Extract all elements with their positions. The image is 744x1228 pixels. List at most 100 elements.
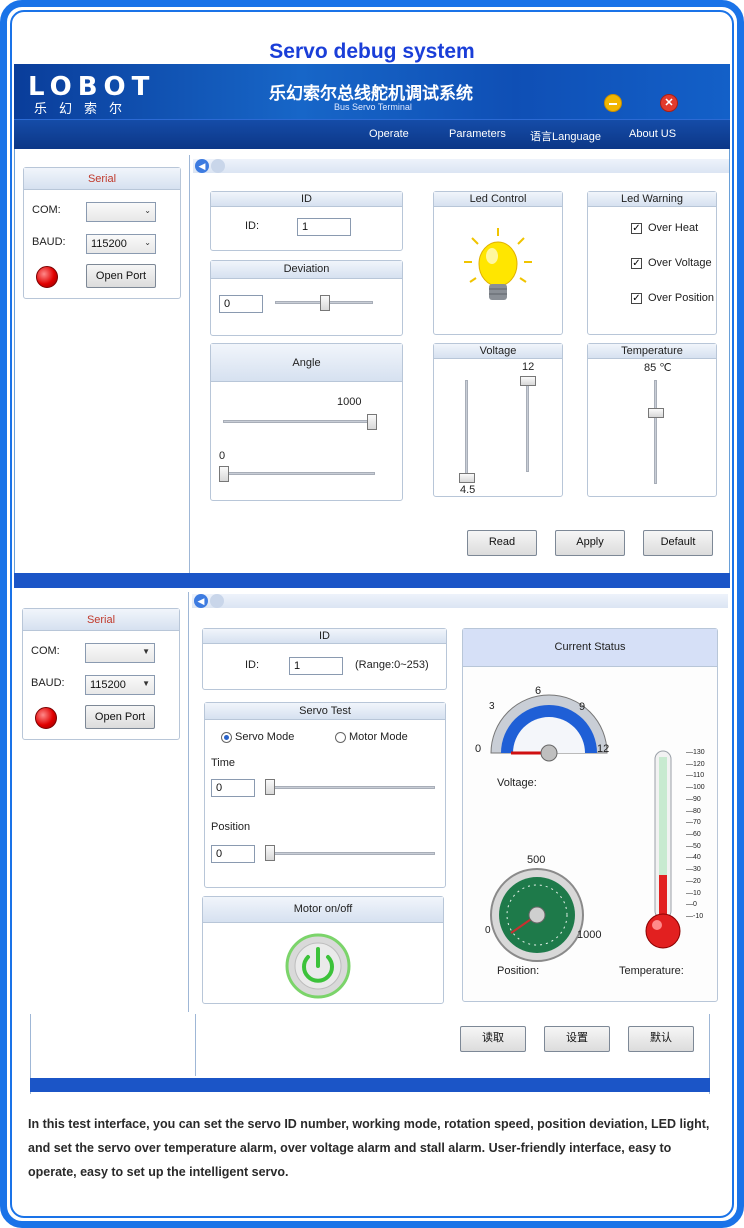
time-input[interactable]: 0 — [211, 779, 255, 797]
thermometer-tick: —120 — [686, 760, 705, 768]
current-status-group: Current Status 0 3 6 9 12 Voltage: 500 0… — [462, 628, 718, 1002]
temperature-slider[interactable] — [648, 408, 664, 418]
read-button[interactable]: Read — [467, 530, 537, 556]
com-select-2[interactable]: ▼ — [85, 643, 155, 663]
time-slider-track — [265, 786, 435, 789]
thermometer-tick: —-10 — [686, 913, 704, 920]
over-voltage-checkbox[interactable]: ✓ — [631, 258, 642, 269]
id-input-2[interactable]: 1 — [289, 657, 343, 675]
thermometer-scale: —130 —120 —110 —100 —90 —80 —70 —60 —50 —40 —30 —20… — [681, 749, 711, 923]
position-input[interactable]: 0 — [211, 845, 255, 863]
voltage-min-label: 4.5 — [460, 484, 476, 496]
thermometer-tick: —110 — [686, 772, 705, 780]
motor-title: Motor on/off — [203, 897, 443, 923]
voltage-min-track — [465, 380, 468, 476]
deviation-title: Deviation — [211, 261, 402, 279]
chevron-down-icon: ⌄ — [144, 238, 151, 247]
led-warning-group: Led Warning ✓ Over Heat ✓ Over Voltage ✓… — [587, 191, 717, 335]
com-label: COM: — [32, 204, 61, 216]
voltage-gauge-label: Voltage: — [497, 777, 537, 789]
serial-group: Serial COM: ⌄ BAUD: 115200 ⌄ Open Port — [23, 167, 181, 299]
temperature-track — [654, 380, 657, 484]
position-tick-1000: 1000 — [577, 929, 602, 941]
bottom-window-bar — [30, 1078, 710, 1092]
menu-bar: Operate Parameters 语言Language About US — [14, 119, 730, 149]
angle-title: Angle — [211, 344, 402, 382]
voltage-min-slider[interactable] — [459, 473, 475, 483]
current-status-title: Current Status — [463, 629, 717, 667]
inner-panel: Servo debug system LOBOT 乐幻索尔 乐幻索尔总线舵机调试… — [10, 10, 734, 1218]
apply-button-cn[interactable]: 设置 — [544, 1026, 610, 1052]
baud-select-2[interactable]: 115200 ▼ — [85, 675, 155, 695]
motor-group: Motor on/off — [202, 896, 444, 1004]
voltage-group: Voltage 12 4.5 — [433, 343, 563, 497]
id-input[interactable]: 1 — [297, 218, 351, 236]
app-title-en: Bus Servo Terminal — [334, 102, 412, 112]
deviation-input[interactable]: 0 — [219, 295, 263, 313]
forward-icon[interactable] — [210, 594, 224, 608]
default-button[interactable]: Default — [643, 530, 713, 556]
back-icon[interactable]: ◀ — [195, 159, 209, 173]
servo-mode-label: Servo Mode — [235, 731, 295, 743]
position-slider-track — [265, 852, 435, 855]
id-group: ID ID: 1 — [210, 191, 403, 251]
menu-operate[interactable]: Operate — [369, 128, 409, 140]
menu-language[interactable]: 语言Language — [530, 128, 601, 144]
top-window-bottom-bar — [14, 573, 730, 588]
read-button-cn[interactable]: 读取 — [460, 1026, 526, 1052]
baud-select[interactable]: 115200 ⌄ — [86, 234, 156, 254]
voltage-tick-6: 6 — [535, 685, 542, 697]
voltage-max-slider[interactable] — [520, 376, 536, 386]
temperature-group: Temperature 85 ℃ — [587, 343, 717, 497]
baud-label: BAUD: — [32, 236, 66, 248]
serial-title: Serial — [24, 168, 180, 190]
chevron-down-icon: ▼ — [142, 647, 150, 656]
position-tick-0: 0 — [485, 925, 491, 936]
led-warning-title: Led Warning — [588, 192, 716, 207]
com-select[interactable]: ⌄ — [86, 202, 156, 222]
position-label: Position — [211, 821, 251, 833]
thermometer-tick: —40 — [686, 854, 701, 862]
thermometer-icon — [645, 750, 681, 949]
nav-toolbar — [193, 159, 729, 173]
position-slider[interactable] — [265, 845, 275, 861]
com-label-2: COM: — [31, 645, 60, 657]
time-label: Time — [211, 757, 236, 769]
servo-mode-radio[interactable] — [221, 732, 232, 743]
over-heat-checkbox[interactable]: ✓ — [631, 223, 642, 234]
position-tick-500: 500 — [527, 854, 546, 866]
thermometer-tick: —80 — [686, 807, 701, 815]
bulb-icon[interactable] — [462, 226, 534, 310]
id-label: ID: — [245, 220, 260, 232]
over-voltage-label: Over Voltage — [648, 257, 712, 269]
default-button-cn[interactable]: 默认 — [628, 1026, 694, 1052]
menu-about[interactable]: About US — [629, 128, 676, 140]
thermometer-tick: —90 — [686, 795, 701, 803]
pane-divider-3 — [195, 1014, 196, 1076]
top-window-body: Serial COM: ⌄ BAUD: 115200 ⌄ Open Port ◀ … — [14, 149, 730, 585]
over-position-checkbox[interactable]: ✓ — [631, 293, 642, 304]
minimize-button[interactable] — [604, 94, 622, 112]
position-gauge-label: Position: — [497, 965, 540, 977]
angle-max-slider[interactable] — [367, 414, 377, 430]
close-button[interactable]: ✕ — [660, 94, 678, 112]
thermometer-tick: —10 — [686, 889, 701, 897]
power-icon[interactable] — [285, 933, 351, 999]
back-icon[interactable]: ◀ — [194, 594, 208, 608]
position-gauge — [490, 868, 584, 962]
menu-parameters[interactable]: Parameters — [449, 128, 506, 140]
open-port-button[interactable]: Open Port — [86, 264, 156, 288]
chevron-down-icon: ▼ — [142, 679, 150, 688]
pane-divider-2 — [188, 592, 189, 1012]
motor-mode-radio[interactable] — [335, 732, 346, 743]
angle-min-slider[interactable] — [219, 466, 229, 482]
thermometer-tick: —60 — [686, 831, 701, 838]
time-slider[interactable] — [265, 779, 275, 795]
thermometer-tick: —130 — [686, 749, 705, 756]
forward-icon[interactable] — [211, 159, 225, 173]
deviation-slider[interactable] — [320, 295, 330, 311]
apply-button[interactable]: Apply — [555, 530, 625, 556]
open-port-button-2[interactable]: Open Port — [85, 705, 155, 729]
angle-max-label: 1000 — [337, 396, 362, 408]
id-title: ID — [211, 192, 402, 207]
